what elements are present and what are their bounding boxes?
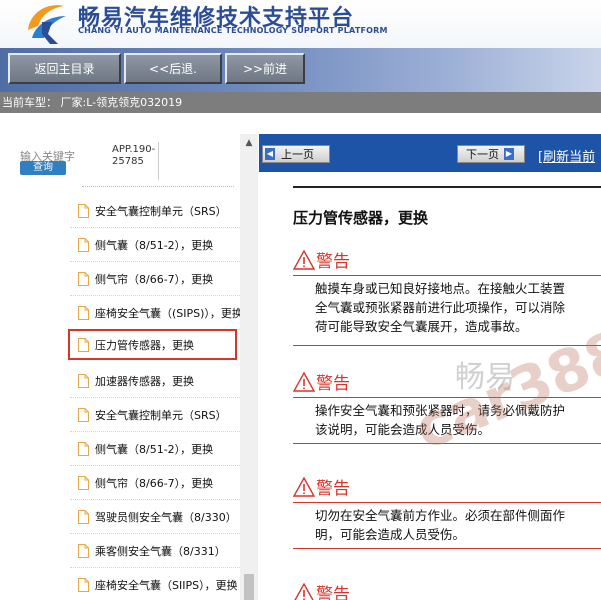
spacer-bar: [0, 113, 601, 134]
refresh-link[interactable]: [刷新当前: [538, 146, 595, 165]
document-icon: [78, 337, 89, 352]
list-item-label: 侧气囊（8/51-2），更换: [95, 239, 214, 252]
list-item[interactable]: 侧气帘（8/66-7），更换: [70, 466, 240, 500]
scroll-up-arrow-icon[interactable]: ▲: [240, 136, 258, 150]
warning-rule: [293, 548, 601, 549]
arrow-right-icon: ▶: [504, 148, 514, 160]
warning-rule: [293, 275, 601, 276]
document-icon: [78, 204, 89, 218]
warning-triangle-icon: [293, 476, 315, 497]
warning-triangle-icon: [294, 582, 314, 600]
warning-label: 警告: [316, 252, 350, 272]
list-item-label: 座椅安全气囊（SIIPS），更换: [95, 579, 238, 592]
app-window: 畅易汽车维修技术支持平台 CHANG YI AUTO MAINTENANCE T…: [0, 0, 601, 600]
warning-rule: [293, 443, 601, 444]
warning-label: 警告: [316, 374, 350, 394]
list-item-label: 侧气帘（8/66-7），更换: [95, 273, 214, 286]
list-item-label: 侧气囊（8/51-2），更换: [95, 443, 214, 456]
warning-header: 警告: [293, 369, 350, 394]
list-item[interactable]: 安全气囊控制单元（SRS）: [70, 194, 240, 228]
page-title: 压力管传感器，更换: [293, 209, 429, 227]
list-item-label: 侧气帘（8/66-7），更换: [95, 477, 214, 490]
list-item-selected[interactable]: 压力管传感器，更换: [68, 329, 237, 360]
list-item-label: 安全气囊控制单元（SRS）: [95, 409, 227, 422]
warning-text: 触摸车身或已知良好接地点。在接触火工装置 全气囊或预张紧器前进行此项操作，可以消…: [315, 281, 566, 334]
document-icon: [78, 408, 89, 422]
list-item[interactable]: 侧气囊（8/51-2），更换: [70, 228, 240, 262]
list-item[interactable]: 驾驶员侧安全气囊（8/330）: [70, 500, 240, 534]
scroll-thumb[interactable]: [244, 574, 254, 600]
next-page-label: 下一页: [466, 148, 499, 161]
document-icon: [78, 272, 89, 286]
document-view: 压力管传感器，更换 警告 触摸车身或已知良好接地点。在接触火工装置 全气囊或预张…: [259, 172, 601, 600]
divider: [82, 186, 234, 187]
prev-page-label: 上一页: [281, 148, 314, 161]
warning-rule: [293, 345, 601, 346]
warning-block: 警告 操作安全气囊和预张紧器时，请务必佩戴防护 该说明，可能会造成人员受伤。: [293, 369, 601, 469]
list-item[interactable]: 侧气囊（8/51-2），更换: [70, 432, 240, 466]
sidebar-scrollbar[interactable]: ▲: [240, 134, 258, 600]
header: 畅易汽车维修技术支持平台 CHANG YI AUTO MAINTENANCE T…: [0, 0, 601, 48]
home-button[interactable]: 返回主目录: [8, 53, 121, 84]
next-page-button[interactable]: 下一页 ▶: [457, 145, 525, 163]
list-item[interactable]: 乘客侧安全气囊（8/331）: [70, 534, 240, 568]
platform-subtitle: CHANG YI AUTO MAINTENANCE TECHNOLOGY SUP…: [78, 26, 388, 35]
divider: [293, 186, 601, 188]
warning-rule: [293, 397, 601, 398]
arrow-left-icon: ◀: [265, 148, 275, 160]
warning-block: 警告: [293, 580, 601, 600]
warning-triangle-icon: [293, 371, 315, 392]
page-nav-bar: ◀ 上一页 下一页 ▶ [刷新当前: [259, 134, 601, 172]
document-icon: [78, 306, 89, 320]
document-icon: [78, 544, 89, 558]
list-item[interactable]: 加速器传感器，更换: [70, 364, 240, 398]
document-icon: [78, 442, 89, 456]
list-item[interactable]: 座椅安全气囊（SIIPS），更换: [70, 568, 240, 600]
toolbar: 返回主目录 <<后退. >>前进: [0, 48, 601, 92]
forward-button[interactable]: >>前进: [225, 53, 305, 84]
document-icon: [78, 578, 89, 592]
warning-label: 警告: [316, 585, 350, 600]
content-panel: ◀ 上一页 下一页 ▶ [刷新当前 压力管传感器，更换 警告 触摸车身或已知良好…: [259, 134, 601, 600]
current-vehicle-bar: 当前车型： 厂家:L-领克领克032019: [0, 92, 601, 113]
warning-block: 警告 切勿在安全气囊前方作业。必须在部件侧面作 明，可能会造成人员受伤。: [293, 474, 601, 574]
warning-triangle-icon: [293, 249, 315, 270]
list-item-label: 座椅安全气囊（(SIPS)），更换: [95, 307, 240, 320]
list-item-label: 乘客侧安全气囊（8/331）: [95, 545, 226, 558]
warning-header: 警告: [293, 474, 350, 499]
warning-label: 警告: [316, 479, 350, 499]
search-button[interactable]: 查询: [20, 161, 66, 175]
divider: [158, 142, 159, 180]
warning-text: 切勿在安全气囊前方作业。必须在部件侧面作 明，可能会造成人员受伤。: [315, 508, 566, 542]
list-item[interactable]: 座椅安全气囊（(SIPS)），更换: [70, 296, 240, 330]
back-button[interactable]: <<后退.: [124, 53, 222, 84]
warning-text: 操作安全气囊和预张紧器时，请务必佩戴防护 该说明，可能会造成人员受伤。: [315, 403, 566, 437]
document-icon: [78, 510, 89, 524]
warning-header: 警告: [293, 580, 350, 600]
list-item[interactable]: 侧气帘（8/66-7），更换: [70, 262, 240, 296]
list-item[interactable]: 安全气囊控制单元（SRS）: [70, 398, 240, 432]
app-code: APP.190- 25785: [112, 144, 156, 167]
warning-block: 警告 触摸车身或已知良好接地点。在接触火工装置 全气囊或预张紧器前进行此项操作，…: [293, 247, 601, 357]
list-item-label: 压力管传感器，更换: [95, 338, 194, 352]
warning-rule: [293, 502, 601, 503]
list-item-label: 安全气囊控制单元（SRS）: [95, 205, 227, 218]
warning-header: 警告: [293, 247, 350, 272]
sidebar: 输入关键字 查询 APP.190- 25785 安全气囊控制单元（SRS） 侧气…: [0, 134, 258, 600]
cy-logo-icon: [28, 5, 66, 44]
document-icon: [78, 476, 89, 490]
document-icon: [78, 374, 89, 388]
list-item-label: 加速器传感器，更换: [95, 375, 194, 388]
list-item-label: 驾驶员侧安全气囊（8/330）: [95, 511, 237, 524]
prev-page-button[interactable]: ◀ 上一页: [262, 145, 330, 163]
document-icon: [78, 238, 89, 252]
